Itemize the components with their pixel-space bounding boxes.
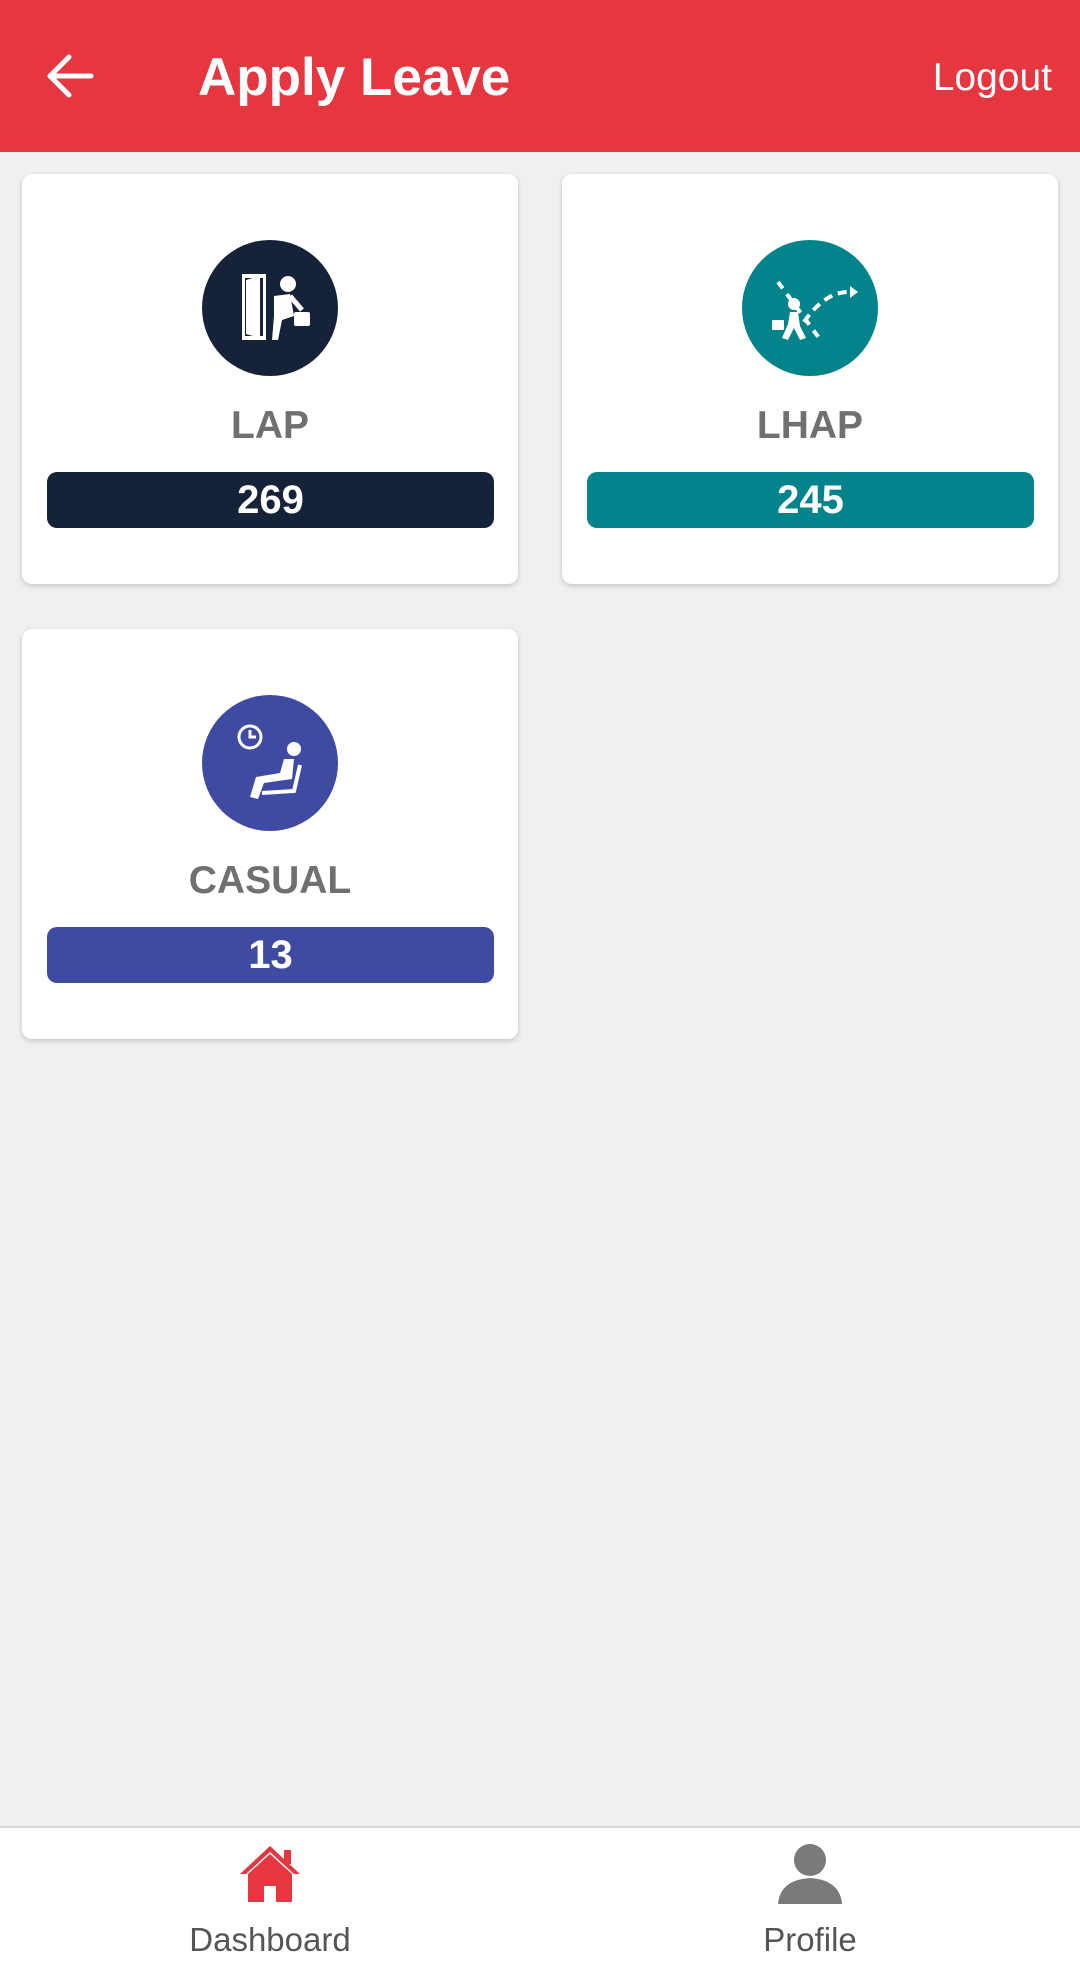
bottom-navigation: Dashboard Profile — [0, 1826, 1080, 1974]
nav-label: Dashboard — [189, 1921, 351, 1958]
leave-card-label: LHAP — [756, 404, 864, 447]
arrow-left-icon — [47, 54, 94, 98]
leave-card-lap[interactable]: LAP 269 — [22, 174, 518, 584]
nav-item-profile[interactable]: Profile — [540, 1828, 1080, 1974]
leave-card-lhap[interactable]: LHAP 245 — [562, 174, 1058, 584]
leave-balance-bar: 245 — [587, 472, 1034, 528]
person-leaving-door-icon — [202, 240, 338, 376]
back-button[interactable] — [40, 46, 100, 106]
leave-card-casual[interactable]: CASUAL 13 — [22, 629, 518, 1039]
person-icon — [778, 1844, 842, 1904]
leave-card-label: LAP — [231, 404, 309, 447]
leave-balance-bar: 13 — [47, 927, 494, 983]
leave-card-label: CASUAL — [188, 859, 352, 902]
home-icon — [240, 1846, 300, 1902]
person-walking-path-icon — [742, 240, 878, 376]
person-reclining-clock-icon — [202, 695, 338, 831]
nav-label: Profile — [763, 1921, 857, 1958]
app-bar: Apply Leave Logout — [0, 0, 1080, 152]
logout-button[interactable]: Logout — [933, 52, 1052, 104]
page-title: Apply Leave — [198, 48, 511, 107]
leave-balance-bar: 269 — [47, 472, 494, 528]
nav-item-dashboard[interactable]: Dashboard — [0, 1828, 540, 1974]
